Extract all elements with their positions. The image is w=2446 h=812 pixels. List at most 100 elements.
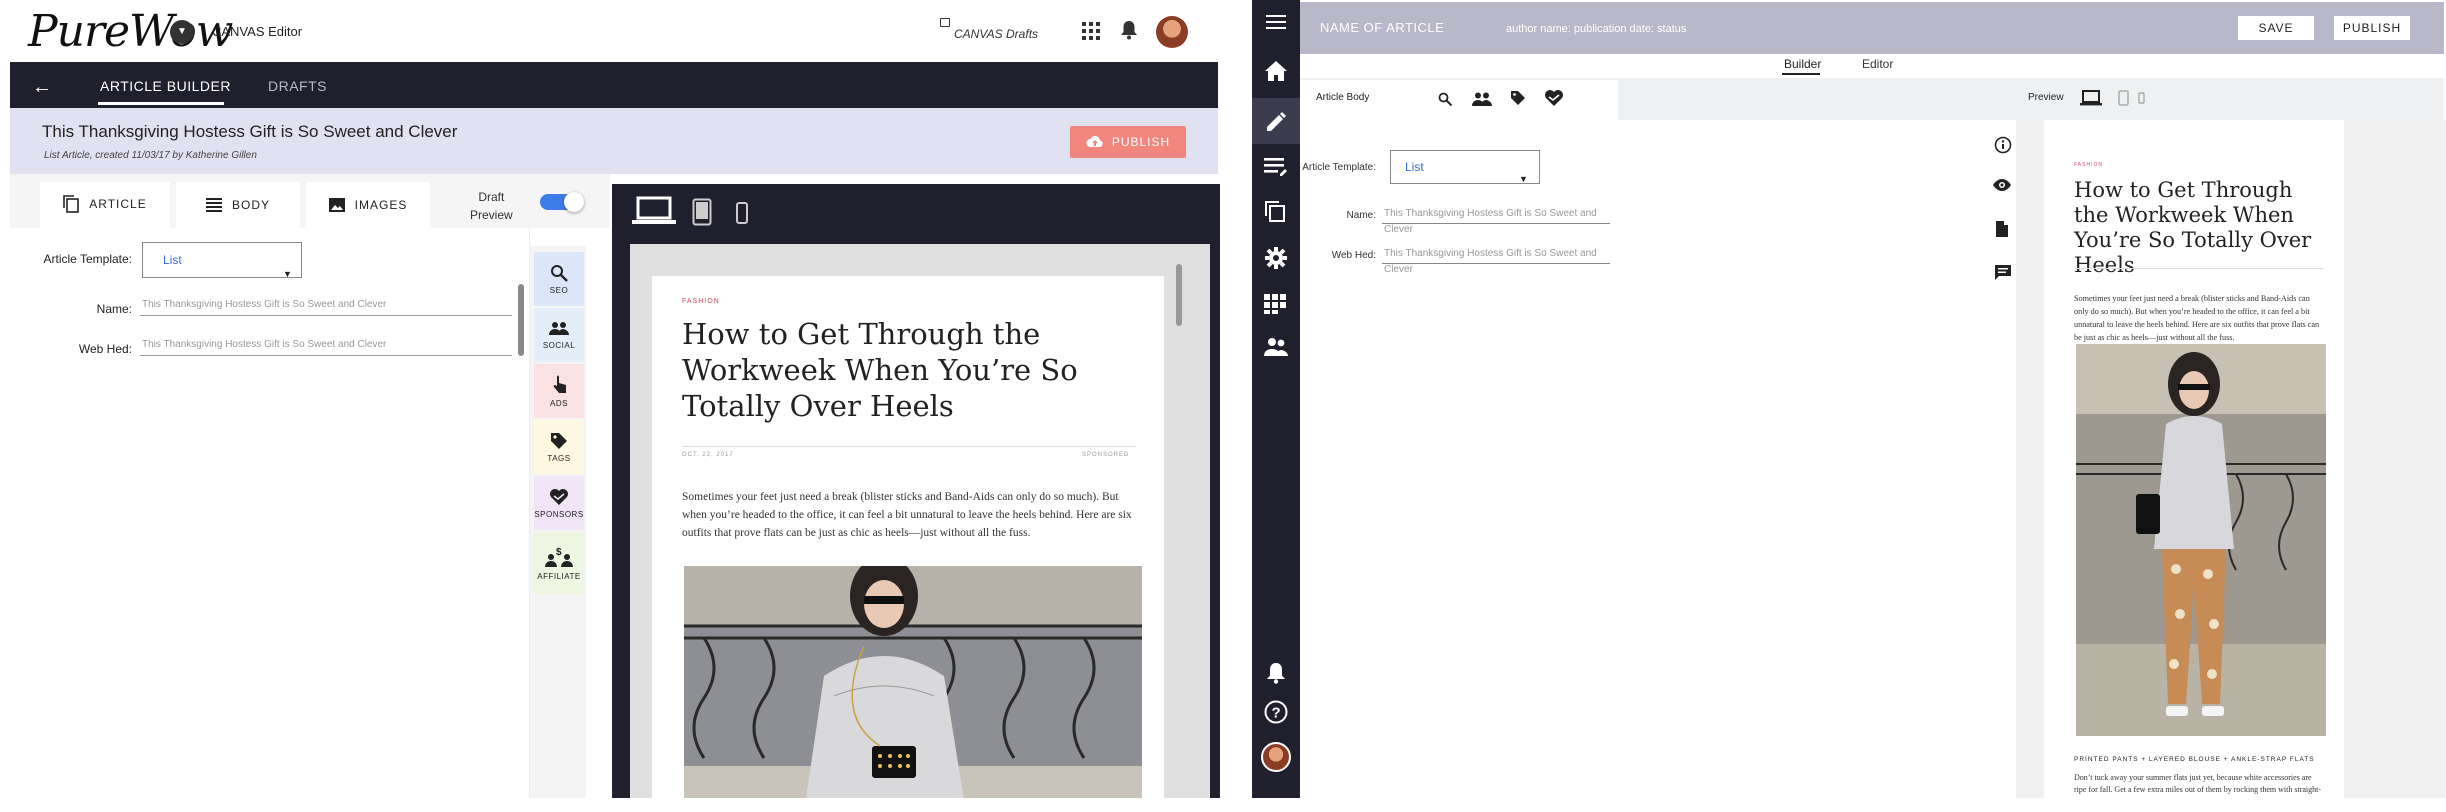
tool-social[interactable]: SOCIAL xyxy=(534,308,584,362)
article-photo xyxy=(684,566,1142,812)
tab-images[interactable]: IMAGES xyxy=(306,182,430,228)
tool-label: SPONSORS xyxy=(534,509,584,519)
preview-kicker[interactable]: FASHION xyxy=(2074,162,2103,168)
list-edit-icon[interactable] xyxy=(1264,156,1288,176)
preview-page: FASHION How to Get Through the Workweek … xyxy=(2044,120,2344,806)
search-icon[interactable] xyxy=(1438,92,1452,106)
tool-seo[interactable]: SEO xyxy=(534,252,584,306)
laptop-icon[interactable] xyxy=(632,196,676,226)
gear-icon[interactable] xyxy=(1264,246,1288,270)
search-icon xyxy=(551,264,568,282)
preview-gutter xyxy=(2016,120,2044,798)
caret-down-icon: ▼ xyxy=(283,269,292,279)
tool-label: AFFILIATE xyxy=(537,571,581,581)
tool-label: SOCIAL xyxy=(542,340,576,350)
home-icon[interactable] xyxy=(1264,60,1288,82)
app-name: CANVAS Editor xyxy=(212,24,303,39)
tool-label: TAGS xyxy=(547,453,571,463)
preview-tool-rail xyxy=(1988,120,2016,798)
back-arrow-icon[interactable]: ← xyxy=(32,76,52,99)
menu-icon[interactable] xyxy=(1266,14,1286,30)
article-header: NAME OF ARTICLE author name: publication… xyxy=(1300,2,2444,54)
lines-icon xyxy=(205,198,222,212)
sponsor-heart-icon[interactable] xyxy=(1544,89,1564,107)
grid-add-icon[interactable] xyxy=(1264,294,1288,314)
info-icon[interactable] xyxy=(1994,136,2012,154)
preview-headline: How to Get Through the Workweek When You… xyxy=(682,317,1078,423)
publish-label: PUBLISH xyxy=(1111,135,1171,149)
builder-tabs: ARTICLE BODY IMAGES Draft Preview xyxy=(10,174,610,228)
people-icon xyxy=(549,321,569,335)
scrollbar[interactable] xyxy=(518,284,524,356)
eye-icon[interactable] xyxy=(1992,178,2012,192)
drafts-link[interactable]: CANVAS Drafts xyxy=(954,27,1038,41)
draft-preview-line2: Preview xyxy=(470,208,513,222)
tab-builder[interactable]: Builder xyxy=(1784,57,1821,71)
draft-preview-line1: Draft xyxy=(478,190,505,204)
template-select[interactable]: List ▼ xyxy=(1390,150,1540,184)
svg-text:$: $ xyxy=(556,547,562,558)
bell-icon[interactable] xyxy=(1120,20,1138,40)
tab-body[interactable]: BODY xyxy=(176,182,300,228)
webhed-input[interactable]: This Thanksgiving Hostess Gift is So Swe… xyxy=(1382,246,1610,275)
article-photo xyxy=(2076,344,2326,736)
publish-button[interactable]: PUBLISH xyxy=(2334,16,2410,40)
article-body-label[interactable]: Article Body xyxy=(1316,92,1369,103)
publish-button[interactable]: PUBLISH xyxy=(1070,126,1186,158)
tag-icon[interactable] xyxy=(1510,90,1526,106)
name-label: Name: xyxy=(1346,210,1376,221)
name-input[interactable]: This Thanksgiving Hostess Gift is So Swe… xyxy=(140,296,512,316)
document-icon[interactable] xyxy=(1995,220,2009,238)
laptop-icon[interactable] xyxy=(2080,90,2102,106)
tab-article[interactable]: ARTICLE xyxy=(40,182,170,228)
image-icon xyxy=(328,198,345,212)
caret-down-icon: ▼ xyxy=(1519,174,1528,184)
template-value: List xyxy=(1405,160,1424,174)
comment-icon[interactable] xyxy=(1994,264,2012,280)
phone-icon[interactable] xyxy=(736,202,748,224)
name-input[interactable]: This Thanksgiving Hostess Gift is So Swe… xyxy=(1382,206,1610,235)
tool-affiliate[interactable]: $ AFFILIATE xyxy=(534,532,584,594)
people-icon[interactable] xyxy=(1472,92,1492,106)
webhed-label: Web Hed: xyxy=(1331,250,1376,261)
svg-text:?: ? xyxy=(1272,705,1281,722)
people-icon[interactable] xyxy=(1264,338,1288,356)
bell-icon[interactable] xyxy=(1266,662,1286,684)
pencil-icon[interactable] xyxy=(1264,110,1288,132)
apps-grid-icon[interactable] xyxy=(1082,22,1100,40)
avatar[interactable] xyxy=(1261,742,1291,772)
tool-sponsors[interactable]: SPONSORS xyxy=(534,476,584,530)
bottom-strip xyxy=(0,798,2446,812)
avatar[interactable] xyxy=(1156,16,1188,48)
tool-ads[interactable]: ADS xyxy=(534,364,584,418)
preview-margin xyxy=(2344,120,2446,798)
draft-preview-toggle[interactable] xyxy=(540,192,584,212)
preview-label: Preview xyxy=(2028,92,2064,103)
tablet-icon[interactable] xyxy=(692,198,712,226)
tab-article-builder[interactable]: ARTICLE BUILDER xyxy=(100,78,231,94)
name-label: Name: xyxy=(96,302,132,316)
chevron-down-icon[interactable]: ▼ xyxy=(170,20,194,44)
article-meta: List Article, created 11/03/17 by Kather… xyxy=(44,150,257,161)
tablet-icon[interactable] xyxy=(2118,90,2129,106)
tab-drafts[interactable]: DRAFTS xyxy=(268,78,327,94)
tool-tags[interactable]: TAGS xyxy=(534,420,584,474)
template-select[interactable]: List ▼ xyxy=(142,242,302,279)
phone-icon[interactable] xyxy=(2138,92,2145,104)
drafts-icon[interactable] xyxy=(940,18,950,27)
webhed-input[interactable]: This Thanksgiving Hostess Gift is So Swe… xyxy=(140,336,512,356)
copy-icon xyxy=(63,194,80,213)
copy-icon[interactable] xyxy=(1264,200,1286,222)
article-form: Article Template: List ▼ Name: This Than… xyxy=(1300,120,1988,798)
preview-scrollbar[interactable] xyxy=(1176,264,1182,326)
brand-logo[interactable]: PureWow xyxy=(28,6,233,57)
help-icon[interactable]: ? xyxy=(1264,700,1288,724)
preview-body: Sometimes your feet just need a break (b… xyxy=(682,491,1132,539)
tab-editor[interactable]: Editor xyxy=(1862,57,1893,71)
draft-preview-label: Draft Preview xyxy=(470,188,513,224)
save-button[interactable]: SAVE xyxy=(2238,16,2314,40)
preview-kicker[interactable]: FASHION xyxy=(682,298,720,305)
screen-divider xyxy=(1238,0,1250,812)
preview-headline: How to Get Through the Workweek When You… xyxy=(2074,178,2312,277)
preview-date: OCT. 22, 2017 xyxy=(682,452,734,458)
